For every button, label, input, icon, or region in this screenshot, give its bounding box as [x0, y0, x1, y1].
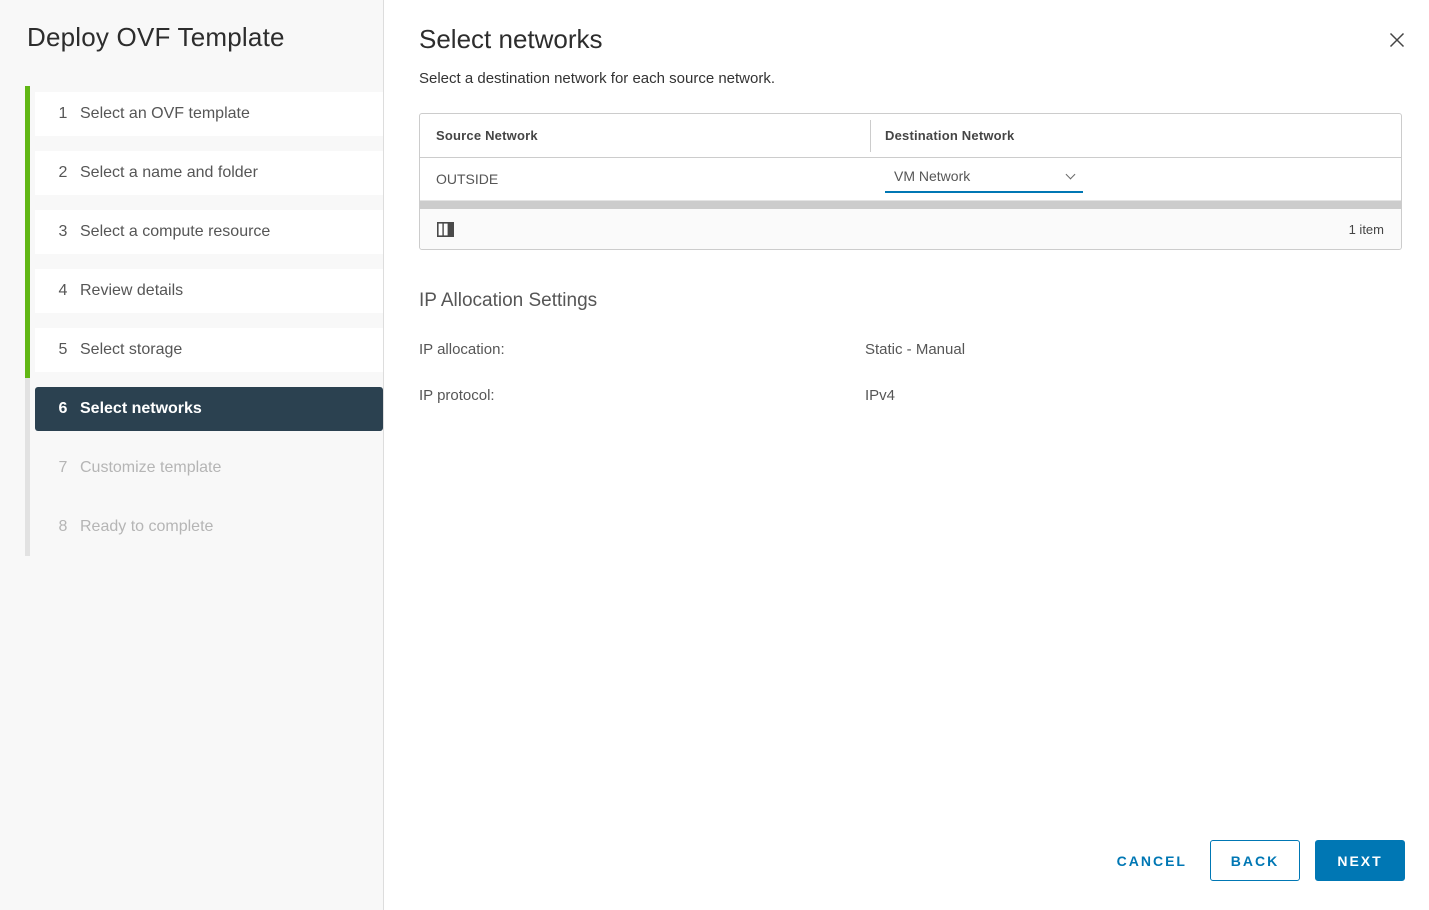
step-label: Select storage [80, 341, 183, 358]
ip-allocation-value: Static - Manual [865, 341, 966, 358]
table-row: OUTSIDE VM Network [420, 158, 1401, 201]
step-label: Ready to complete [80, 518, 214, 535]
wizard-step-4[interactable]: 4 Review details [35, 269, 383, 313]
network-mapping-table: Source Network Destination Network OUTSI… [419, 113, 1402, 250]
step-number: 1 [58, 105, 68, 122]
step-number: 6 [58, 400, 68, 417]
destination-network-cell: VM Network [870, 166, 1401, 193]
page-title: Select networks [419, 24, 603, 54]
deploy-ovf-template-dialog: Deploy OVF Template 1 Select an OVF temp… [0, 0, 1429, 910]
ip-protocol-field: IP protocol: IPv4 [419, 387, 1402, 404]
dialog-title: Deploy OVF Template [27, 22, 285, 52]
table-header-row: Source Network Destination Network [420, 114, 1401, 158]
ip-protocol-label: IP protocol: [419, 387, 495, 404]
close-icon [1389, 32, 1405, 48]
wizard-sidebar: Deploy OVF Template 1 Select an OVF temp… [0, 0, 384, 910]
wizard-step-7: 7 Customize template [35, 446, 383, 490]
destination-network-select[interactable]: VM Network [885, 166, 1083, 193]
ip-protocol-value: IPv4 [865, 387, 896, 404]
wizard-steps: 1 Select an OVF template 2 Select a name… [35, 92, 383, 564]
item-count: 1 item [1348, 221, 1384, 237]
columns-icon [437, 221, 454, 237]
step-number: 5 [58, 341, 68, 358]
step-number: 4 [58, 282, 68, 299]
column-header-destination-network: Destination Network [885, 128, 1015, 143]
step-number: 7 [58, 459, 68, 476]
wizard-step-6-active[interactable]: 6 Select networks [35, 387, 383, 431]
step-number: 8 [58, 518, 68, 535]
wizard-step-8: 8 Ready to complete [35, 505, 383, 549]
cancel-button[interactable]: CANCEL [1109, 840, 1195, 881]
next-button[interactable]: NEXT [1315, 840, 1405, 881]
column-header-source-network: Source Network [436, 128, 538, 143]
progress-rail-remaining [25, 378, 30, 556]
ip-allocation-settings: IP Allocation Settings IP allocation: St… [419, 290, 1402, 404]
wizard-step-1[interactable]: 1 Select an OVF template [35, 92, 383, 136]
column-divider [870, 120, 871, 152]
source-network-cell: OUTSIDE [436, 171, 499, 187]
step-label: Customize template [80, 459, 222, 476]
selected-network-value: VM Network [894, 167, 971, 184]
page-subtitle: Select a destination network for each so… [419, 70, 776, 87]
step-label: Select a compute resource [80, 223, 271, 240]
step-number: 3 [58, 223, 68, 240]
close-button[interactable] [1384, 27, 1410, 53]
wizard-step-3[interactable]: 3 Select a compute resource [35, 210, 383, 254]
table-footer: 1 item [420, 209, 1401, 249]
horizontal-scrollbar[interactable] [420, 201, 1401, 209]
back-button[interactable]: BACK [1210, 840, 1300, 881]
step-label: Review details [80, 282, 184, 299]
step-number: 2 [58, 164, 68, 181]
ip-allocation-label: IP allocation: [419, 341, 505, 358]
column-picker-button[interactable] [437, 221, 454, 237]
step-label: Select networks [80, 400, 202, 417]
wizard-step-2[interactable]: 2 Select a name and folder [35, 151, 383, 195]
ip-settings-heading: IP Allocation Settings [419, 290, 598, 311]
progress-rail-completed [25, 86, 30, 378]
wizard-step-5[interactable]: 5 Select storage [35, 328, 383, 372]
wizard-action-buttons: CANCEL BACK NEXT [1109, 840, 1405, 881]
chevron-down-icon [1065, 169, 1076, 180]
ip-allocation-field: IP allocation: Static - Manual [419, 341, 1402, 358]
step-label: Select an OVF template [80, 105, 250, 122]
step-label: Select a name and folder [80, 164, 258, 181]
wizard-content-panel: Select networks Select a destination net… [384, 0, 1429, 910]
